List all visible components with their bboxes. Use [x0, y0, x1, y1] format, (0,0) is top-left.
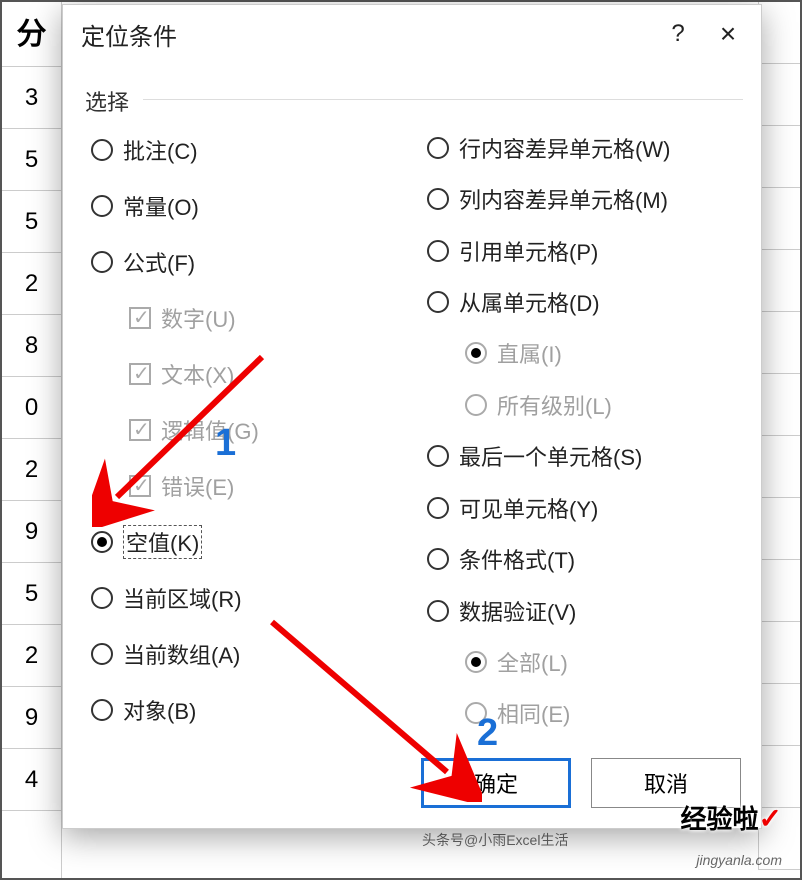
- radio-blanks[interactable]: 空值(K): [91, 515, 407, 569]
- checkbox-icon: [129, 419, 151, 441]
- radio-icon: [427, 240, 449, 262]
- dialog-title: 定位条件: [81, 17, 653, 52]
- radio-icon: [91, 587, 113, 609]
- group-label: 选择: [81, 85, 133, 117]
- radio-same: 相同(E): [427, 689, 743, 738]
- options-left-column: 批注(C) 常量(O) 公式(F) 数字(U) 文本(X): [91, 123, 417, 738]
- annotation-number-2: 2: [477, 712, 498, 755]
- radio-dependents[interactable]: 从属单元格(D): [427, 277, 743, 326]
- radio-icon: [427, 445, 449, 467]
- sheet-cell: 5: [2, 191, 61, 253]
- checkbox-icon: [129, 475, 151, 497]
- sheet-right-rail: [758, 2, 800, 878]
- radio-icon: [427, 548, 449, 570]
- sheet-cell: 2: [2, 439, 61, 501]
- help-button[interactable]: ?: [653, 20, 703, 48]
- sheet-cell: 5: [2, 129, 61, 191]
- radio-data-validation[interactable]: 数据验证(V): [427, 586, 743, 635]
- radio-icon: [91, 195, 113, 217]
- watermark-author: 头条号@小雨Excel生活: [422, 830, 568, 850]
- radio-visible-cells[interactable]: 可见单元格(Y): [427, 483, 743, 532]
- radio-direct: 直属(I): [427, 329, 743, 378]
- radio-precedents[interactable]: 引用单元格(P): [427, 226, 743, 275]
- radio-icon: [427, 497, 449, 519]
- radio-conditional-format[interactable]: 条件格式(T): [427, 534, 743, 583]
- radio-objects[interactable]: 对象(B): [91, 683, 407, 737]
- group-divider: [143, 99, 743, 100]
- radio-constants[interactable]: 常量(O): [91, 179, 407, 233]
- sheet-cell: 9: [2, 501, 61, 563]
- radio-all: 全部(L): [427, 637, 743, 686]
- radio-icon: [91, 643, 113, 665]
- radio-icon: [427, 137, 449, 159]
- sheet-cell: 0: [2, 377, 61, 439]
- radio-col-diff[interactable]: 列内容差异单元格(M): [427, 174, 743, 223]
- radio-last-cell[interactable]: 最后一个单元格(S): [427, 432, 743, 481]
- sheet-cell: 2: [2, 253, 61, 315]
- radio-icon: [91, 251, 113, 273]
- checkbox-text: 文本(X): [91, 347, 407, 401]
- sheet-cell: 3: [2, 67, 61, 129]
- ok-button[interactable]: 确定: [421, 758, 571, 808]
- radio-row-diff[interactable]: 行内容差异单元格(W): [427, 123, 743, 172]
- sheet-header: 分: [2, 2, 61, 67]
- radio-current-region[interactable]: 当前区域(R): [91, 571, 407, 625]
- sheet-cell: 9: [2, 687, 61, 749]
- checkbox-icon: [129, 363, 151, 385]
- radio-icon: [465, 394, 487, 416]
- radio-comments[interactable]: 批注(C): [91, 123, 407, 177]
- radio-current-array[interactable]: 当前数组(A): [91, 627, 407, 681]
- dialog-titlebar: 定位条件 ? ×: [63, 5, 761, 63]
- radio-icon: [427, 291, 449, 313]
- sheet-cell: 5: [2, 563, 61, 625]
- checkbox-icon: [129, 307, 151, 329]
- sheet-left-column: 分 3 5 5 2 8 0 2 9 5 2 9 4: [2, 2, 62, 878]
- checkbox-errors: 错误(E): [91, 459, 407, 513]
- radio-icon: [427, 600, 449, 622]
- options-right-column: 行内容差异单元格(W) 列内容差异单元格(M) 引用单元格(P) 从属单元格(D…: [417, 123, 743, 738]
- checkbox-numbers: 数字(U): [91, 291, 407, 345]
- radio-icon: [465, 342, 487, 364]
- close-button[interactable]: ×: [703, 18, 753, 50]
- watermark-site: jingyanla.com: [696, 852, 782, 868]
- radio-icon: [465, 651, 487, 673]
- goto-special-dialog: 定位条件 ? × 选择 批注(C) 常量(O) 公式(F): [62, 4, 762, 829]
- sheet-cell: 2: [2, 625, 61, 687]
- annotation-number-1: 1: [215, 422, 236, 465]
- checkbox-logical: 逻辑值(G): [91, 403, 407, 457]
- radio-icon: [91, 699, 113, 721]
- radio-icon: [427, 188, 449, 210]
- radio-all-levels: 所有级别(L): [427, 380, 743, 429]
- radio-icon: [91, 139, 113, 161]
- radio-formulas[interactable]: 公式(F): [91, 235, 407, 289]
- sheet-cell: 4: [2, 749, 61, 811]
- radio-icon: [91, 531, 113, 553]
- sheet-cell: 8: [2, 315, 61, 377]
- watermark-brand: 经验啦✓: [681, 799, 782, 836]
